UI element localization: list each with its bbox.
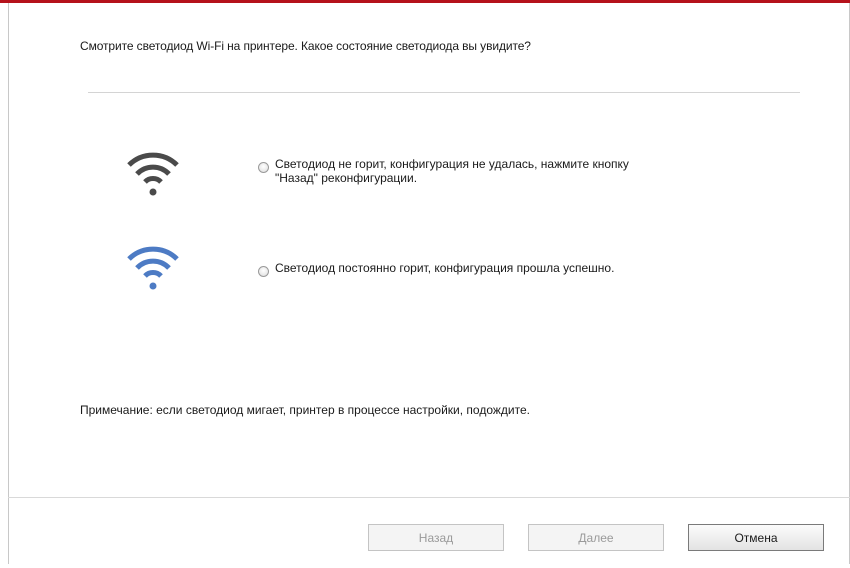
next-button[interactable]: Далее <box>528 524 664 551</box>
footer-divider <box>8 497 850 498</box>
divider <box>88 92 800 93</box>
radio-led-off[interactable] <box>258 162 269 173</box>
option-led-off-line1: Светодиод не горит, конфигурация не удал… <box>275 157 629 171</box>
radio-led-on[interactable] <box>258 266 269 277</box>
option-led-on[interactable]: Светодиод постоянно горит, конфигурация … <box>258 261 614 277</box>
option-led-off-line2: "Назад" реконфигурации. <box>275 171 418 185</box>
back-button[interactable]: Назад <box>368 524 504 551</box>
wifi-blue-icon <box>127 246 179 290</box>
note-text: Примечание: если светодиод мигает, принт… <box>80 403 530 417</box>
cancel-button[interactable]: Отмена <box>688 524 824 551</box>
wifi-gray-icon <box>127 152 179 196</box>
option-led-off[interactable]: Светодиод не горит, конфигурация не удал… <box>258 157 629 185</box>
instruction-text: Смотрите светодиод Wi-Fi на принтере. Ка… <box>80 39 531 53</box>
option-led-on-line1: Светодиод постоянно горит, конфигурация … <box>275 261 615 275</box>
